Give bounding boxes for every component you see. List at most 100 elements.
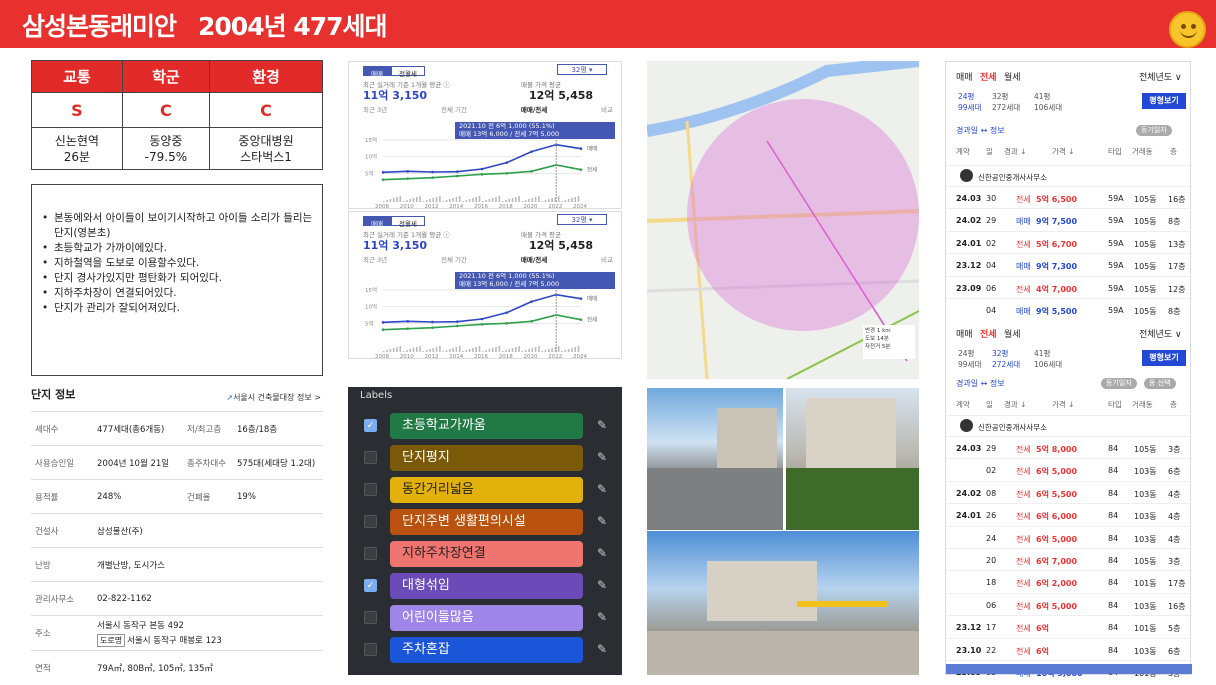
table-row[interactable]: 23.12 04 매매 9억 7,300 59A 105동 17층 [946, 253, 1192, 275]
volume-bar [439, 196, 441, 202]
checkbox[interactable] [364, 643, 377, 656]
table-row[interactable]: 24.01 26 전세 6억 6,000 84 103동 4층 [946, 503, 1192, 525]
col-price[interactable]: 가격 ↓ [1052, 146, 1074, 157]
tab-compare[interactable]: 비교 [601, 104, 613, 114]
table-row[interactable]: 24.02 29 매매 9억 7,500 59A 105동 8층 [946, 208, 1192, 230]
tab-jeonse[interactable]: 전세 [980, 70, 997, 83]
size-tab[interactable]: 41평 106세대 [1034, 91, 1062, 113]
tab-3y[interactable]: 최근 3년 [363, 104, 387, 114]
checkbox[interactable] [364, 483, 377, 496]
data-point [579, 318, 583, 321]
edit-pencil-icon[interactable]: ✎ [597, 546, 607, 560]
gate-shape [797, 601, 887, 607]
checkbox-checked[interactable]: ✓ [364, 579, 377, 592]
size-select[interactable]: 32평 ▾ [557, 64, 607, 75]
table-row[interactable]: 23.12 17 전세 6억 84 101동 5층 [946, 615, 1192, 637]
score-detail-school: 동양중 -79.5% [121, 127, 211, 170]
row-type: 84 [1108, 533, 1119, 543]
table-row[interactable]: 24.03 29 전세 5억 8,000 84 105동 3층 [946, 436, 1192, 458]
edit-pencil-icon[interactable]: ✎ [597, 418, 607, 432]
volume-bar [524, 200, 527, 202]
col-elapsed[interactable]: 경과 ↓ [1004, 399, 1026, 410]
edit-pencil-icon[interactable]: ✎ [597, 514, 607, 528]
tab-compare[interactable]: 비교 [601, 254, 613, 264]
size-label: 24평 [958, 92, 975, 101]
tab-monthly[interactable]: 월세 [1004, 327, 1021, 340]
label-row[interactable]: 주차혼잡 ✎ [362, 637, 612, 663]
tab-monthly[interactable]: 월세 [1004, 70, 1021, 83]
edit-pencil-icon[interactable]: ✎ [597, 482, 607, 496]
building-register-link[interactable]: ➚서울시 건축물대장 정보 > [226, 392, 321, 403]
tab-sale[interactable]: 매매 [363, 66, 391, 78]
size-tab[interactable]: 32평 272세대 [992, 348, 1020, 370]
data-point [406, 327, 410, 330]
label-row[interactable]: 단지평지 ✎ [362, 445, 612, 471]
edit-pencil-icon[interactable]: ✎ [597, 642, 607, 656]
volume-bar [429, 199, 431, 202]
y-tick-label: 10억 [365, 303, 377, 311]
complex-photo [786, 388, 919, 530]
table-row[interactable]: 02 전세 6억 5,000 84 103동 6층 [946, 458, 1192, 480]
size-select[interactable]: 32평 ▾ [557, 214, 607, 225]
label-row[interactable]: 어린이들많음 ✎ [362, 605, 612, 631]
table-row[interactable]: 06 전세 6억 5,000 84 103동 16층 [946, 592, 1192, 615]
checkbox[interactable] [364, 451, 377, 464]
table-row[interactable]: 24.02 08 전세 6억 5,500 84 103동 4층 [946, 480, 1192, 503]
label-row[interactable]: 단지주변 생활편의시설 ✎ [362, 509, 612, 535]
tab-rent[interactable]: 전월세 [390, 66, 425, 78]
tab-sale[interactable]: 매매 [956, 70, 973, 83]
edit-pencil-icon[interactable]: ✎ [597, 578, 607, 592]
col-elapsed[interactable]: 경과 ↓ [1004, 146, 1026, 157]
tab-all[interactable]: 전체 기간 [441, 254, 467, 264]
tab-sale-jeonse[interactable]: 매매/전세 [521, 104, 547, 114]
view-size-button[interactable]: 평형보기 [1142, 93, 1186, 109]
section-toggle[interactable]: 경과일 ↔ 정보 [956, 378, 1005, 389]
table-row[interactable]: 04 매매 9억 5,500 59A 105동 8층 [946, 298, 1192, 320]
row-month: 24.02 [956, 216, 982, 226]
label-row[interactable]: 동간거리넓음 ✎ [362, 477, 612, 503]
table-row[interactable]: 23.09 06 전세 4억 7,000 59A 105동 12층 [946, 275, 1192, 298]
table-row[interactable]: 24 전세 6억 5,000 84 103동 4층 [946, 525, 1192, 548]
checkbox-checked[interactable]: ✓ [364, 419, 377, 432]
size-tab[interactable]: 41평 106세대 [1034, 348, 1062, 370]
table-row[interactable]: 23.10 22 전세 6억 84 103동 6층 [946, 637, 1192, 660]
volume-bar [574, 197, 576, 202]
tab-3y[interactable]: 최근 3년 [363, 254, 387, 264]
row-dong: 101동 [1134, 624, 1157, 634]
table-row[interactable]: 18 전세 6억 2,000 84 101동 17층 [946, 570, 1192, 592]
filter-pill[interactable]: 동 선택 [1144, 378, 1176, 389]
tab-sale-jeonse[interactable]: 매매/전세 [521, 254, 547, 264]
checkbox[interactable] [364, 547, 377, 560]
year-select[interactable]: 전체년도 ∨ [1139, 70, 1182, 83]
data-point [455, 320, 459, 323]
table-row[interactable]: 24.03 30 전세 5억 6,500 59A 105동 16층 [946, 186, 1192, 208]
tab-all[interactable]: 전체 기간 [441, 104, 467, 114]
area-map[interactable]: 반경 1 km 도보 14분 자전거 5분 [647, 61, 919, 379]
edit-pencil-icon[interactable]: ✎ [597, 610, 607, 624]
year-select[interactable]: 전체년도 ∨ [1139, 327, 1182, 340]
tab-rent[interactable]: 전월세 [390, 216, 425, 228]
volume-bar [541, 201, 543, 202]
score-header-traffic: 교통 [31, 60, 123, 93]
section-toggle[interactable]: 경과일 ↔ 정보 [956, 125, 1005, 136]
size-tab[interactable]: 24평 99세대 [958, 348, 981, 370]
row-day: 06 [986, 600, 997, 610]
filter-pill[interactable]: 등기일자 [1136, 125, 1172, 136]
tab-sale[interactable]: 매매 [363, 216, 391, 228]
filter-pill[interactable]: 등기일자 [1101, 378, 1137, 389]
checkbox[interactable] [364, 515, 377, 528]
label-row[interactable]: ✓ 대형섞임 ✎ [362, 573, 612, 599]
label-row[interactable]: 지하주차장연결 ✎ [362, 541, 612, 567]
size-tab[interactable]: 32평 272세대 [992, 91, 1020, 113]
table-row[interactable]: 24.01 02 전세 5억 6,700 59A 105동 13층 [946, 230, 1192, 253]
col-price[interactable]: 가격 ↓ [1052, 399, 1074, 410]
tab-sale[interactable]: 매매 [956, 327, 973, 340]
view-size-button[interactable]: 평형보기 [1142, 350, 1186, 366]
entrance-photo [647, 531, 919, 675]
size-tab[interactable]: 24평 99세대 [958, 91, 981, 113]
table-row[interactable]: 20 전세 6억 7,000 84 105동 3층 [946, 548, 1192, 570]
edit-pencil-icon[interactable]: ✎ [597, 450, 607, 464]
label-row[interactable]: ✓ 초등학교가까움 ✎ [362, 413, 612, 439]
tab-jeonse[interactable]: 전세 [980, 327, 997, 340]
checkbox[interactable] [364, 611, 377, 624]
